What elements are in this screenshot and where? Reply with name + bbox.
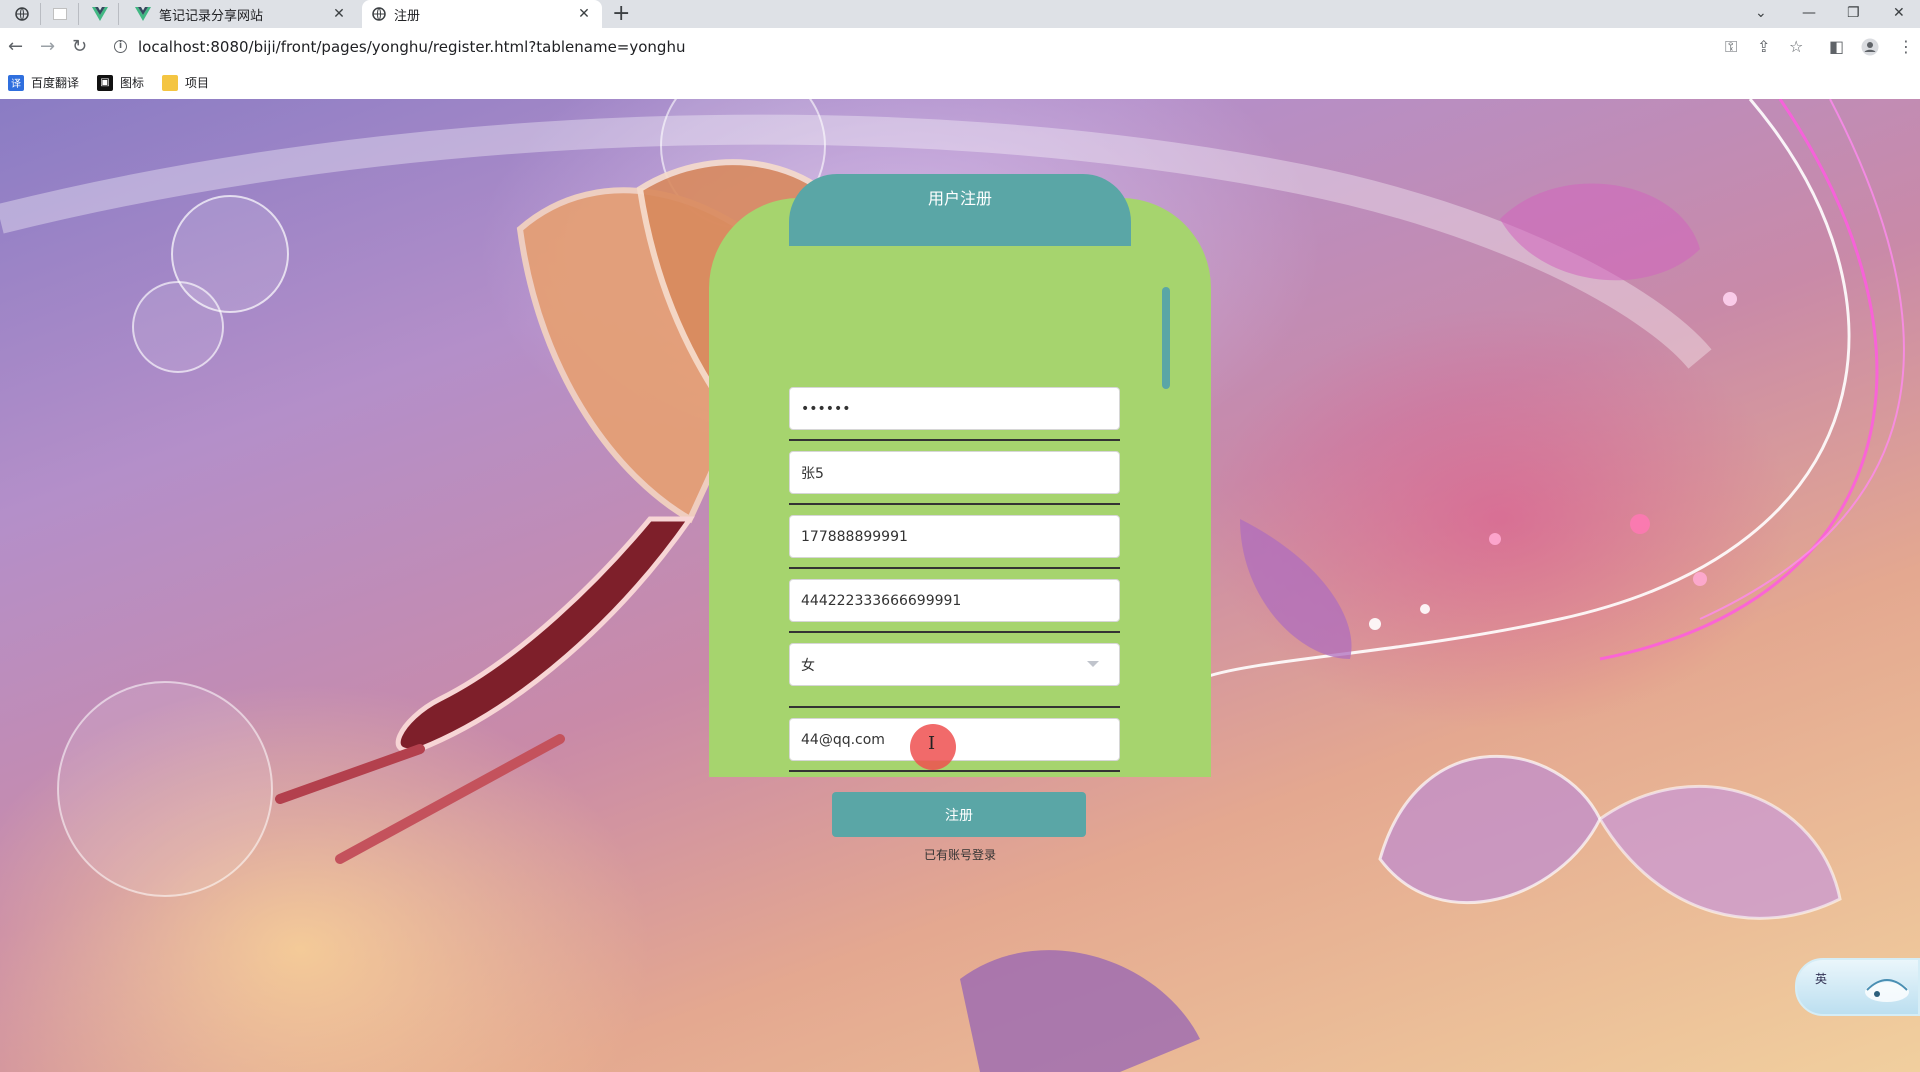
id-number-field[interactable]: 444222333666699991 <box>789 579 1120 622</box>
bookmark-label: 项目 <box>185 76 210 90</box>
browser-toolbar: ← → ↻ i localhost:8080/biji/front/pages/… <box>0 28 1920 68</box>
divider <box>789 770 1120 772</box>
vue-logo-icon <box>135 7 151 21</box>
tab-strip: 笔记记录分享网站 ✕ 注册 ✕ + ⌄ — ❐ ✕ <box>0 0 1920 28</box>
back-arrow-icon[interactable]: ← <box>8 36 23 58</box>
new-tab-button[interactable]: + <box>612 2 630 26</box>
close-icon[interactable]: ✕ <box>576 6 592 22</box>
divider <box>789 439 1120 441</box>
restore-button[interactable]: ❐ <box>1847 2 1860 24</box>
tab-title: 注册 <box>394 8 421 24</box>
name-field[interactable]: 张5 <box>789 451 1120 494</box>
globe-icon[interactable] <box>4 3 41 25</box>
reload-icon[interactable]: ↻ <box>72 36 87 58</box>
vue-logo-icon[interactable] <box>82 3 119 25</box>
tab-title: 笔记记录分享网站 <box>159 8 264 24</box>
globe-icon <box>372 7 386 21</box>
password-field[interactable]: •••••• <box>789 387 1120 430</box>
phone-field[interactable]: 177888899991 <box>789 515 1120 558</box>
register-button[interactable]: 注册 <box>832 792 1086 837</box>
chevron-down-icon <box>1087 661 1099 667</box>
divider <box>789 503 1120 505</box>
bookmarks-bar: 译 百度翻译 ▣ 图标 项目 <box>0 68 1920 100</box>
image-icon: ▣ <box>97 74 113 91</box>
text-cursor-icon: I <box>928 733 936 754</box>
tab-register[interactable]: 注册 ✕ <box>362 0 602 28</box>
gender-select[interactable]: 女 <box>789 643 1120 686</box>
site-info-icon[interactable]: i <box>114 40 127 53</box>
menu-icon[interactable]: ⋮ <box>1898 38 1914 56</box>
form-title: 用户注册 <box>927 189 992 208</box>
divider <box>789 706 1120 708</box>
profile-icon[interactable] <box>1861 38 1879 60</box>
folder-icon <box>162 74 178 91</box>
divider <box>789 631 1120 633</box>
form-scrollbar[interactable] <box>1162 287 1170 389</box>
bookmark-label: 百度翻译 <box>31 76 80 90</box>
star-icon[interactable]: ☆ <box>1789 38 1803 56</box>
bookmark-project[interactable]: 项目 <box>162 74 209 91</box>
gender-select-value: 女 <box>801 657 815 674</box>
blank-page-icon[interactable] <box>42 3 79 25</box>
key-icon[interactable]: ⚿ <box>1725 38 1737 56</box>
side-panel-icon[interactable]: ◧ <box>1829 38 1844 56</box>
tab-search-icon[interactable]: ⌄ <box>1755 2 1767 24</box>
tab-notes-site[interactable]: 笔记记录分享网站 ✕ <box>125 0 357 28</box>
address-bar[interactable]: localhost:8080/biji/front/pages/yonghu/r… <box>138 38 685 56</box>
translate-icon: 译 <box>8 74 24 91</box>
bookmark-icons[interactable]: ▣ 图标 <box>97 74 144 91</box>
forward-arrow-icon[interactable]: → <box>40 36 55 58</box>
form-title-header: 用户注册 <box>789 174 1131 246</box>
bookmark-label: 图标 <box>120 76 145 90</box>
ime-mascot-icon <box>1865 979 1909 1002</box>
minimize-button[interactable]: — <box>1802 2 1816 24</box>
bookmark-baidu-translate[interactable]: 译 百度翻译 <box>8 74 79 91</box>
ime-language-label: 英 <box>1815 972 1828 986</box>
share-icon[interactable]: ⇪ <box>1757 38 1770 56</box>
login-link[interactable]: 已有账号登录 <box>709 846 1211 863</box>
close-icon[interactable]: ✕ <box>331 6 347 22</box>
ime-widget[interactable]: 英 <box>1795 958 1920 1016</box>
divider <box>789 567 1120 569</box>
close-window-button[interactable]: ✕ <box>1893 2 1905 24</box>
